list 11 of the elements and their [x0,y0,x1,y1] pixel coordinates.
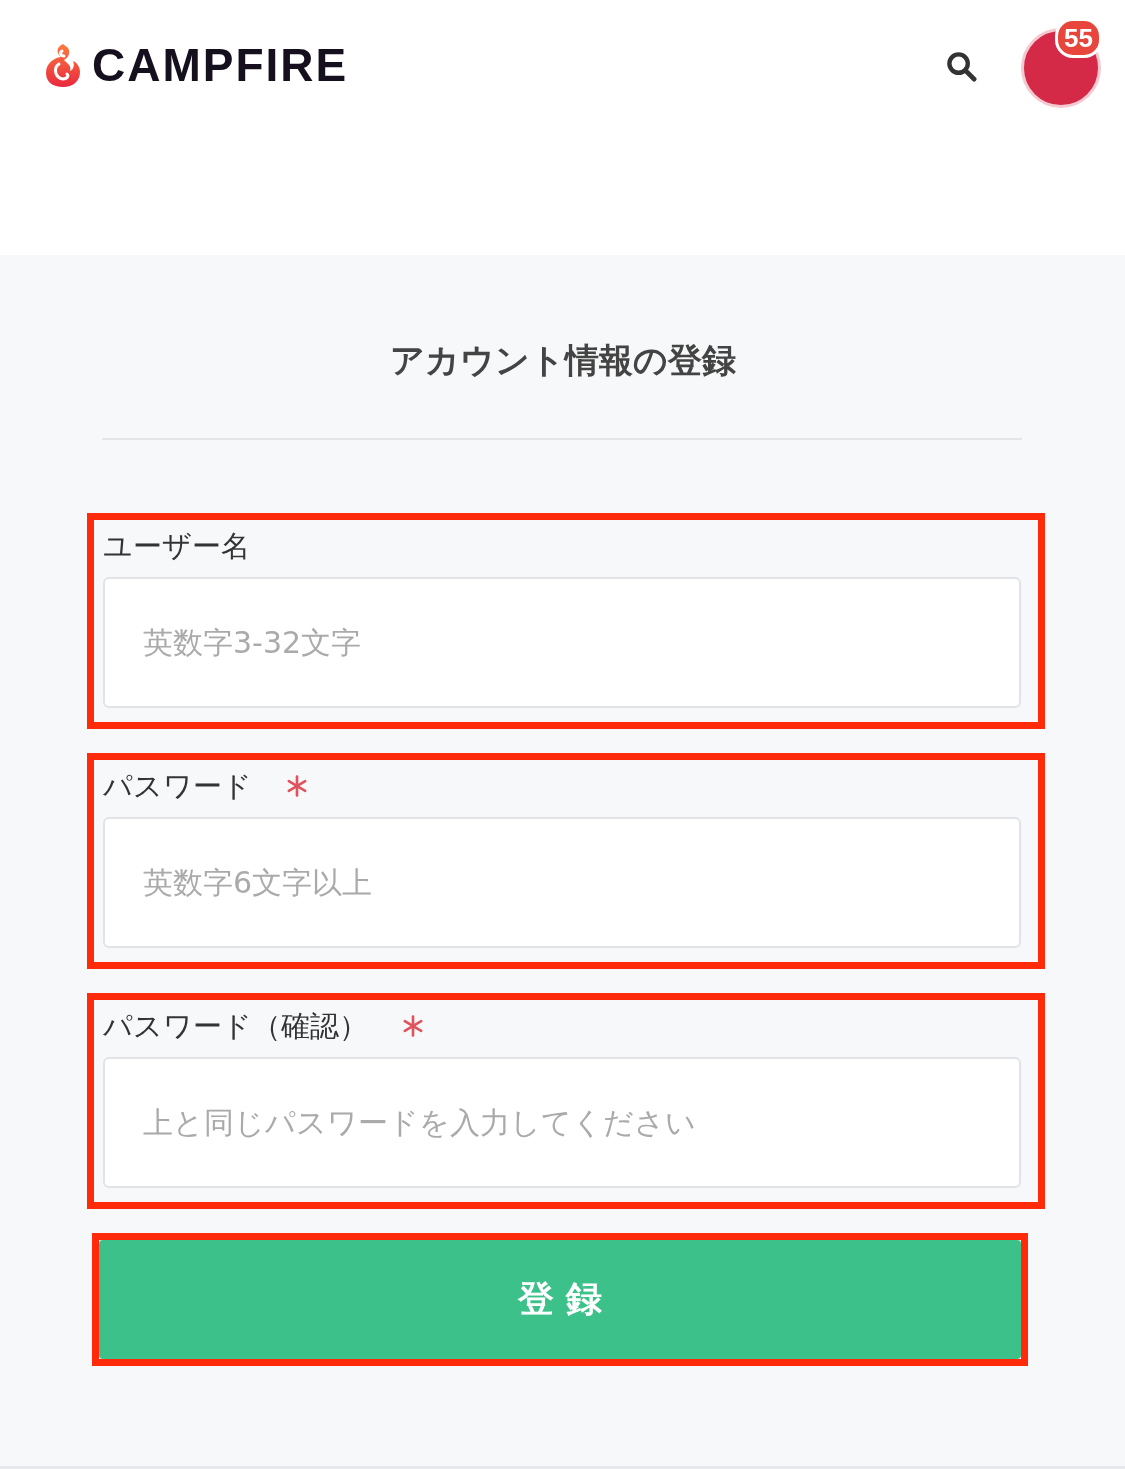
field-label: ユーザー名 [103,528,250,565]
input-field[interactable]: 英数字6文字以上 [103,817,1021,948]
logo-wordmark[interactable]: CAMPFIRE [92,42,349,88]
input-field[interactable]: 上と同じパスワードを入力してください [103,1057,1021,1188]
field-label: パスワード（確認） [103,1008,368,1045]
search-icon[interactable] [946,50,977,82]
notification-count: 55 [1055,18,1102,58]
field-label: パスワード [103,768,252,805]
input-field[interactable]: 英数字3-32文字 [103,577,1021,708]
flame-logo-icon [45,42,81,88]
page-title: アカウント情報の登録 [388,340,737,380]
